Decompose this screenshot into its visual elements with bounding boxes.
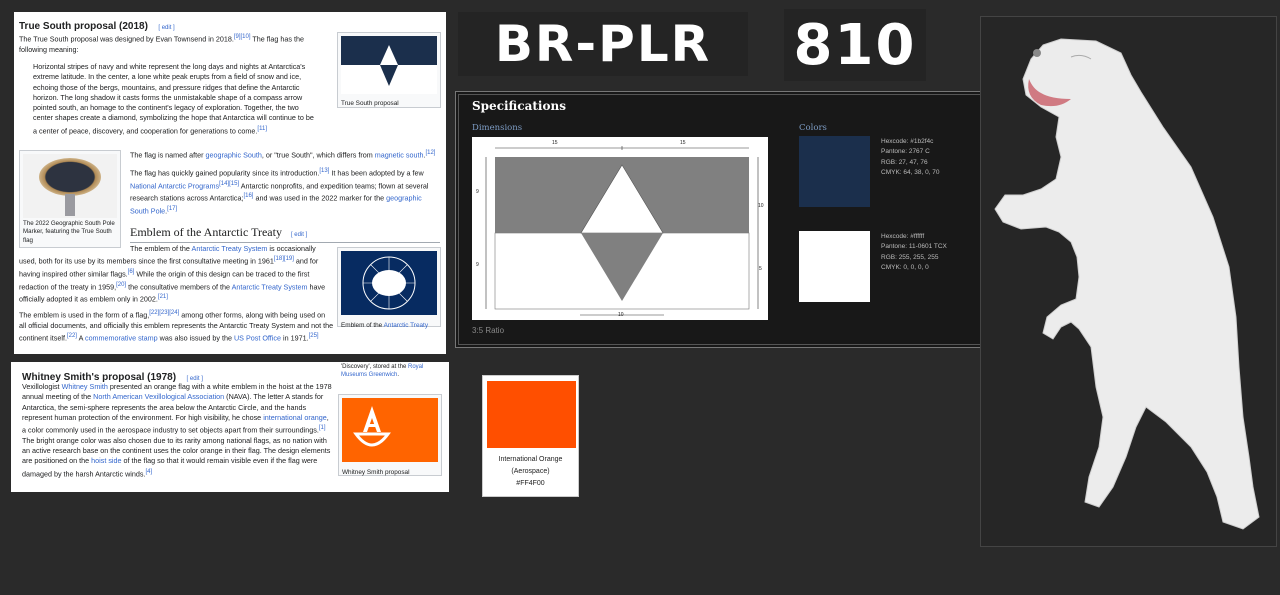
- section-heading: Emblem of the Antarctic Treaty: [130, 225, 282, 239]
- citation[interactable]: [16]: [243, 193, 253, 199]
- marker-post: [65, 194, 75, 216]
- emblem-flag-thumb[interactable]: Emblem of the Antarctic Treaty: [337, 247, 441, 329]
- bear-panel: [980, 16, 1277, 547]
- orange-line1: International Orange: [498, 456, 563, 463]
- citation[interactable]: [22][23][24]: [149, 310, 179, 316]
- white-cmyk: CMYK: 0, 0, 0, 0: [881, 263, 929, 271]
- citation[interactable]: [14][15]: [219, 181, 239, 187]
- link-international-orange[interactable]: international orange: [263, 413, 327, 422]
- true-south-p2: The flag is named after geographic South…: [130, 150, 436, 160]
- dim-top-left: 15: [552, 140, 558, 146]
- citation[interactable]: [1]: [319, 425, 326, 431]
- navy-pantone: Pantone: 2767 C: [881, 148, 930, 156]
- white-swatch: [799, 231, 870, 302]
- whitney-flag-caption: Whitney Smith proposal: [342, 469, 410, 476]
- marker-disc: [39, 158, 101, 196]
- dim-bottom: 10: [618, 312, 624, 318]
- navy-cmyk: CMYK: 64, 38, 0, 70: [881, 168, 940, 176]
- whitney-paragraph: Vexillologist Whitney Smith presented an…: [22, 382, 332, 479]
- link-geographic-south[interactable]: geographic South: [206, 150, 262, 159]
- link-magnetic-south[interactable]: magnetic south: [375, 150, 424, 159]
- link-antarctic-treaty[interactable]: Antarctic Treaty: [384, 322, 428, 329]
- dim-left-bottom: 9: [476, 262, 479, 268]
- orange-swatch: [487, 381, 576, 448]
- true-south-panel: True South proposal (2018) [ edit ] The …: [14, 12, 446, 354]
- title-right: 810: [784, 9, 926, 81]
- link-whitney-smith[interactable]: Whitney Smith: [62, 382, 108, 391]
- orange-line3: #FF4F00: [516, 480, 545, 487]
- link-national-antarctic-programs[interactable]: National Antarctic Programs: [130, 181, 219, 190]
- whitney-panel: Whitney Smith's proposal (1978) [ edit ]…: [11, 362, 449, 492]
- ratio-label: 3:5 Ratio: [472, 326, 505, 335]
- citation[interactable]: [4]: [145, 469, 152, 475]
- navy-color-info: Hexcode: #1b2f4c Pantone: 2767 C RGB: 27…: [881, 137, 940, 178]
- link-us-post-office[interactable]: US Post Office: [234, 333, 281, 342]
- specs-title: Specifications: [472, 99, 566, 113]
- dimension-flag-drawing: [485, 146, 759, 316]
- citation[interactable]: [12]: [425, 150, 435, 156]
- citation[interactable]: [9][10]: [234, 34, 251, 40]
- dim-right-top: 10: [758, 203, 764, 209]
- navy-rgb: RGB: 27, 47, 76: [881, 158, 928, 166]
- true-south-p3: The flag has quickly gained popularity s…: [130, 168, 429, 216]
- navy-hex: Hexcode: #1b2f4c: [881, 138, 934, 145]
- orange-color-card: International Orange (Aerospace) #FF4F00: [482, 375, 579, 497]
- citation[interactable]: [11]: [257, 126, 267, 132]
- whitney-smith-flag-image: [342, 398, 438, 462]
- marker-caption: The 2022 Geographic South Pole Marker, f…: [23, 220, 115, 244]
- citation[interactable]: [20]: [116, 282, 126, 288]
- true-south-flag-thumb[interactable]: True South proposal: [337, 32, 441, 108]
- link-antarctic-treaty-system-2[interactable]: Antarctic Treaty System: [232, 282, 308, 291]
- link-nava[interactable]: North American Vexillological Associatio…: [93, 392, 224, 401]
- dim-right-bottom: 5: [759, 266, 762, 272]
- marker-image: [23, 154, 117, 218]
- discovery-caption: 'Discovery', stored at the Royal Museums…: [341, 364, 424, 378]
- citation[interactable]: [21]: [158, 294, 168, 300]
- dimensions-label: Dimensions: [472, 123, 523, 133]
- navy-swatch: [799, 136, 870, 207]
- polar-bear-emblem: [994, 38, 1260, 530]
- emblem-heading: Emblem of the Antarctic Treaty [ edit ]: [130, 225, 440, 243]
- section-heading: True South proposal (2018): [19, 21, 148, 32]
- edit-link[interactable]: [ edit ]: [291, 232, 307, 238]
- link-commemorative-stamp[interactable]: commemorative stamp: [85, 333, 158, 342]
- edit-link[interactable]: [ edit ]: [158, 25, 174, 31]
- true-south-intro: The True South proposal was designed by …: [19, 34, 304, 54]
- link-hoist-side[interactable]: hoist side: [91, 456, 121, 465]
- dim-left-top: 9: [476, 189, 479, 195]
- white-pantone: Pantone: 11-0601 TCX: [881, 243, 947, 251]
- colors-label: Colors: [799, 123, 827, 133]
- specs-panel: Specifications Dimensions Colors 15 15 9…: [455, 91, 997, 348]
- flag-caption: True South proposal: [341, 100, 399, 107]
- link-antarctic-treaty-system[interactable]: Antarctic Treaty System: [192, 244, 268, 253]
- citation[interactable]: [17]: [167, 206, 177, 212]
- orange-line2: (Aerospace): [511, 468, 550, 475]
- whitney-flag-thumb[interactable]: Whitney Smith proposal: [338, 394, 442, 476]
- marker-thumb[interactable]: The 2022 Geographic South Pole Marker, f…: [19, 150, 121, 248]
- white-color-info: Hexcode: #ffffff Pantone: 11-0601 TCX RG…: [881, 232, 947, 273]
- title-left: BR-PLR: [458, 12, 748, 76]
- citation[interactable]: [13]: [319, 168, 329, 174]
- dimension-diagram: 15 15 9 9 10 5 10: [472, 137, 768, 320]
- true-south-quote: Horizontal stripes of navy and white rep…: [33, 62, 314, 136]
- white-rgb: RGB: 255, 255, 255: [881, 253, 939, 261]
- emblem-flag-caption: Emblem of the Antarctic Treaty: [341, 322, 429, 329]
- white-hex: Hexcode: #ffffff: [881, 233, 925, 240]
- antarctic-treaty-flag-image: [341, 251, 437, 315]
- orange-label: International Orange (Aerospace) #FF4F00: [483, 454, 578, 490]
- emblem-p2: The emblem is used in the form of a flag…: [19, 310, 334, 343]
- citation[interactable]: [22]: [67, 333, 77, 339]
- emblem-p1: The emblem of the Antarctic Treaty Syste…: [19, 244, 326, 304]
- citation[interactable]: [18][19]: [274, 256, 294, 262]
- citation[interactable]: [25]: [309, 333, 319, 339]
- dim-top-right: 15: [680, 140, 686, 146]
- true-south-flag-image: [341, 36, 437, 94]
